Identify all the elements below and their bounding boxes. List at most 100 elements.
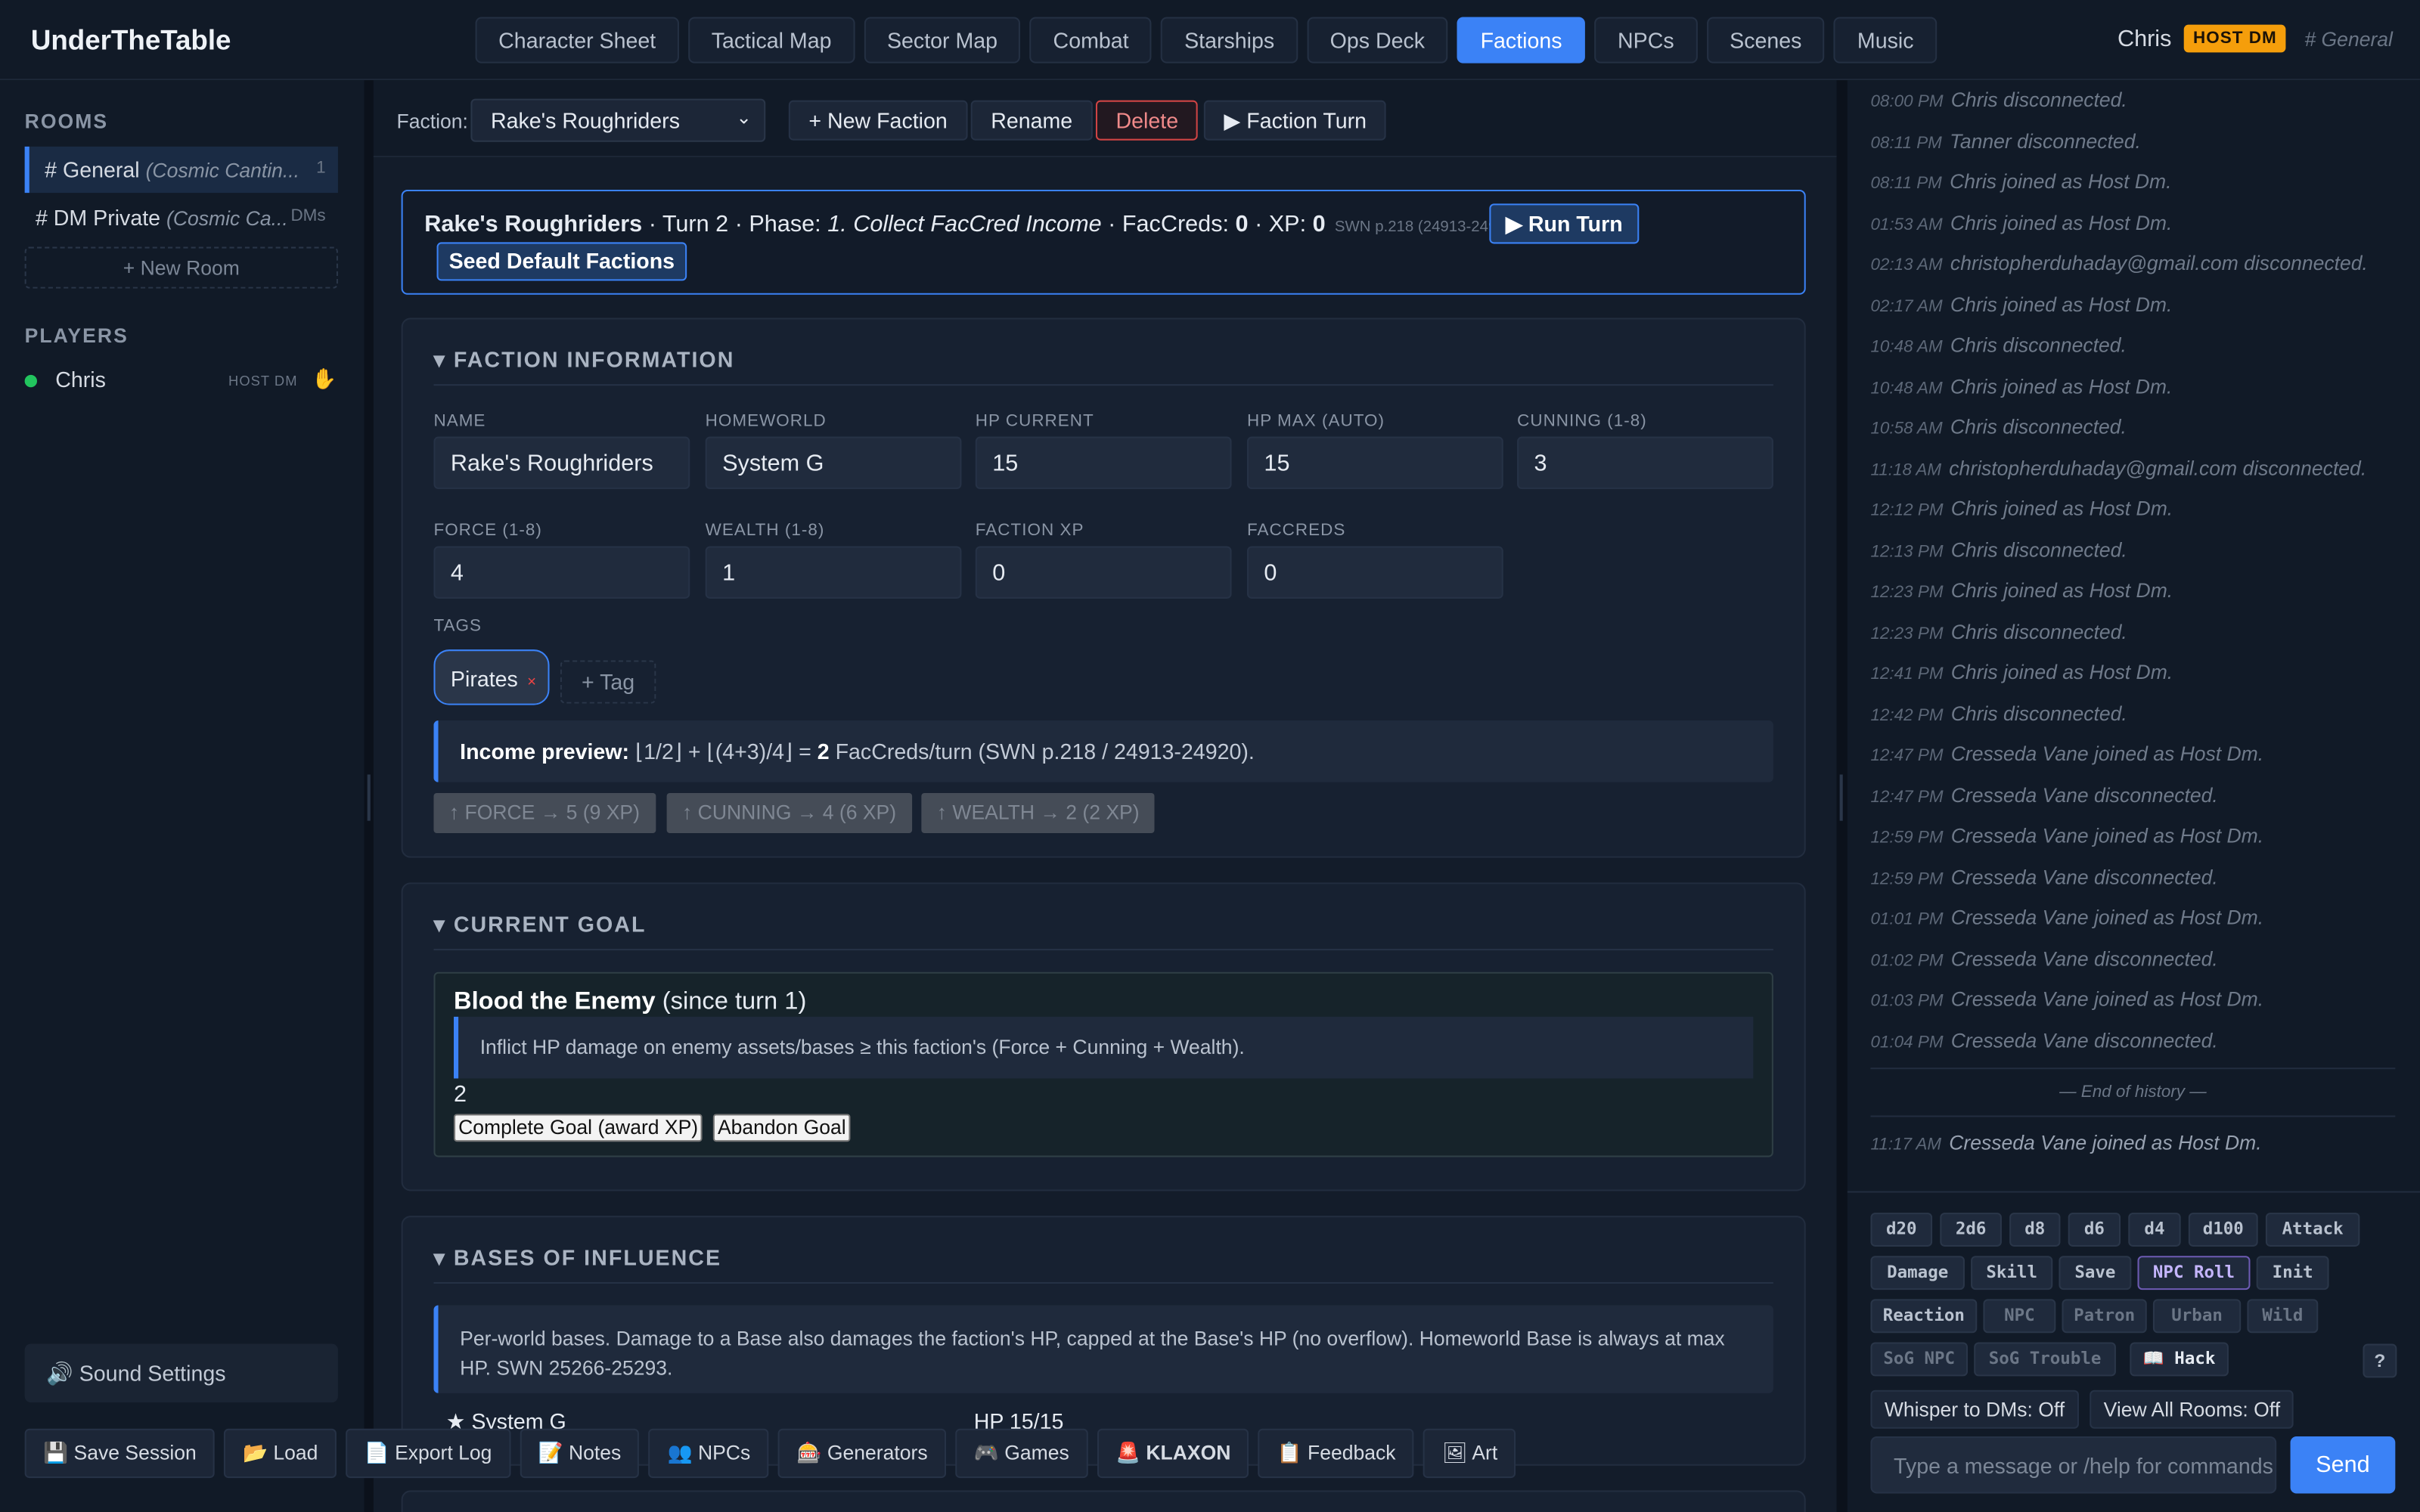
faction-turn-button[interactable]: ▶ Faction Turn	[1203, 100, 1387, 141]
tab-starships[interactable]: Starships	[1161, 17, 1298, 64]
tab-tactical-map[interactable]: Tactical Map	[688, 17, 855, 64]
roll-d100-button[interactable]: d100	[2188, 1213, 2258, 1247]
reaction-roll-button[interactable]: Reaction	[1870, 1299, 1978, 1334]
new-faction-button[interactable]: + New Faction	[788, 100, 968, 141]
online-status-dot	[24, 374, 37, 388]
tab-ops-deck[interactable]: Ops Deck	[1307, 17, 1448, 64]
run-turn-button[interactable]: ▶ Run Turn	[1489, 203, 1640, 244]
chat-message: 02:13 AM christopherduhaday@gmail.com dis…	[1870, 252, 2367, 275]
room-item-general[interactable]: # General (Cosmic Cantin... 1	[24, 146, 338, 194]
chat-timestamp: 10:48 AM	[1870, 379, 1943, 398]
attack-roll-button[interactable]: Attack	[2265, 1213, 2360, 1247]
homeworld-input[interactable]: System G	[705, 436, 962, 489]
tab-factions[interactable]: Factions	[1457, 17, 1586, 64]
patron-generator-button[interactable]: Patron	[2062, 1299, 2147, 1334]
upgrade-wealth-button[interactable]: ↑ WEALTH → 2 (2 XP)	[921, 792, 1155, 834]
hp-max-input[interactable]: 15	[1246, 436, 1503, 489]
divider	[433, 949, 1773, 951]
cunning-input[interactable]: 3	[1517, 436, 1773, 489]
damage-roll-button[interactable]: Damage	[1870, 1256, 1965, 1290]
sog-npc-button[interactable]: SoG NPC	[1870, 1342, 1969, 1377]
faction-information-header[interactable]: ▾ FACTION INFORMATION	[433, 347, 734, 373]
save-roll-button[interactable]: Save	[2059, 1256, 2132, 1290]
delete-button[interactable]: Delete	[1095, 100, 1199, 141]
force-input[interactable]: 4	[433, 546, 690, 599]
tab-music[interactable]: Music	[1834, 17, 1938, 64]
tab-npcs[interactable]: NPCs	[1594, 17, 1698, 64]
turn-xp: 0	[1312, 211, 1326, 238]
roll-d8-button[interactable]: d8	[2009, 1213, 2061, 1247]
klaxon-button[interactable]: 🚨 KLAXON	[1097, 1428, 1249, 1479]
turn-faccreds: 0	[1235, 211, 1249, 238]
chat-timestamp: 02:17 AM	[1870, 296, 1943, 316]
upgrade-cunning-button[interactable]: ↑ CUNNING → 4 (6 XP)	[666, 792, 912, 834]
export-log-button[interactable]: 📄 Export Log	[346, 1428, 510, 1479]
chat-text: Cresseda Vane joined as Host Dm.	[1950, 905, 2264, 929]
whisper-toggle[interactable]: Whisper to DMs: Off	[1870, 1390, 2079, 1429]
urban-generator-button[interactable]: Urban	[2152, 1299, 2242, 1334]
roll-d6-button[interactable]: d6	[2068, 1213, 2121, 1247]
chat-log[interactable]: 08:00 PM Chris disconnected. 08:11 PM Tanne…	[1847, 80, 2420, 1191]
roll-d4-button[interactable]: d4	[2128, 1213, 2181, 1247]
chat-message: 12:59 PM Cresseda Vane disconnected.	[1870, 865, 2217, 888]
sidebar-resize-handle[interactable]	[364, 80, 374, 1512]
npc-generator-button[interactable]: NPC	[1983, 1299, 2056, 1334]
tab-scenes[interactable]: Scenes	[1706, 17, 1826, 64]
roll-2d6-button[interactable]: 2d6	[1940, 1213, 2002, 1247]
seed-default-factions-button[interactable]: Seed Default Factions	[436, 242, 687, 281]
host-dm-badge: HOST DM	[2183, 24, 2286, 53]
view-all-rooms-toggle[interactable]: View All Rooms: Off	[2090, 1390, 2294, 1429]
art-button[interactable]: 🖼 Art	[1423, 1428, 1516, 1479]
wealth-input[interactable]: 1	[705, 546, 962, 599]
notes-button[interactable]: 📝 Notes	[520, 1428, 640, 1479]
remove-tag-icon[interactable]: ×	[527, 674, 536, 691]
sog-trouble-button[interactable]: SoG Trouble	[1974, 1342, 2116, 1377]
complete-goal-button[interactable]: Complete Goal (award XP)	[453, 1114, 703, 1142]
wild-generator-button[interactable]: Wild	[2247, 1299, 2319, 1334]
add-tag-button[interactable]: + Tag	[560, 660, 656, 704]
faction-select[interactable]: Rake's Roughriders ⌄	[470, 98, 766, 142]
load-button[interactable]: 📂 Load	[224, 1428, 337, 1479]
games-button[interactable]: 🎮 Games	[955, 1428, 1088, 1479]
hand-icon[interactable]: ✋	[312, 367, 337, 392]
name-input[interactable]: Rake's Roughriders	[433, 436, 690, 489]
npcs-button[interactable]: 👥 NPCs	[649, 1428, 769, 1479]
turn-status-box: Rake's Roughriders · Turn 2 · Phase: 1. …	[401, 190, 1806, 295]
room-item-dm-private[interactable]: # DM Private (Cosmic Ca... DMs	[25, 194, 338, 240]
skill-roll-button[interactable]: Skill	[1971, 1256, 2053, 1290]
save-session-button[interactable]: 💾 Save Session	[24, 1428, 216, 1479]
npc-roll-button[interactable]: NPC Roll	[2137, 1256, 2251, 1290]
hack-button[interactable]: 📖 Hack	[2130, 1342, 2229, 1377]
income-formula: ⌊1/2⌋ + ⌊(4+3)/4⌋ =	[629, 739, 818, 764]
init-roll-button[interactable]: Init	[2256, 1256, 2329, 1290]
send-button[interactable]: Send	[2290, 1436, 2396, 1494]
player-item: Chris HOST DM ✋	[24, 367, 338, 401]
faccreds-label: · FacCreds:	[1101, 211, 1236, 238]
sound-settings-button[interactable]: 🔊 Sound Settings	[24, 1343, 338, 1403]
player-name: Chris	[55, 367, 106, 392]
upgrade-force-button[interactable]: ↑ FORCE → 5 (9 XP)	[433, 792, 656, 834]
faction-xp-input[interactable]: 0	[975, 546, 1232, 599]
faccreds-input[interactable]: 0	[1246, 546, 1503, 599]
help-button[interactable]: ?	[2363, 1343, 2397, 1378]
hp-current-input[interactable]: 15	[975, 436, 1232, 489]
hp-max-label: HP MAX (AUTO)	[1246, 411, 1385, 431]
cunning-label: CUNNING (1-8)	[1517, 411, 1647, 431]
tab-sector-map[interactable]: Sector Map	[864, 17, 1021, 64]
roll-d20-button[interactable]: d20	[1870, 1213, 1933, 1247]
tab-character-sheet[interactable]: Character Sheet	[475, 17, 679, 64]
generators-button[interactable]: 🎰 Generators	[777, 1428, 947, 1479]
chat-resize-handle[interactable]	[1836, 80, 1848, 1512]
chat-timestamp: 12:59 PM	[1870, 869, 1944, 888]
feedback-button[interactable]: 📋 Feedback	[1258, 1428, 1415, 1479]
goal-name: Blood the Enemy	[453, 989, 656, 1015]
current-goal-header[interactable]: ▾ CURRENT GOAL	[433, 912, 646, 938]
abandon-goal-button[interactable]: Abandon Goal	[712, 1114, 851, 1142]
chat-input[interactable]: Type a message or /help for commands	[1870, 1436, 2277, 1494]
chat-text: Chris joined as Host Dm.	[1950, 373, 2173, 398]
new-room-button[interactable]: + New Room	[24, 246, 338, 289]
tab-combat[interactable]: Combat	[1029, 17, 1153, 64]
end-of-history-marker: — End of history —	[2059, 1083, 2207, 1102]
rename-button[interactable]: Rename	[970, 100, 1093, 141]
bases-header[interactable]: ▾ BASES OF INFLUENCE	[433, 1245, 721, 1272]
